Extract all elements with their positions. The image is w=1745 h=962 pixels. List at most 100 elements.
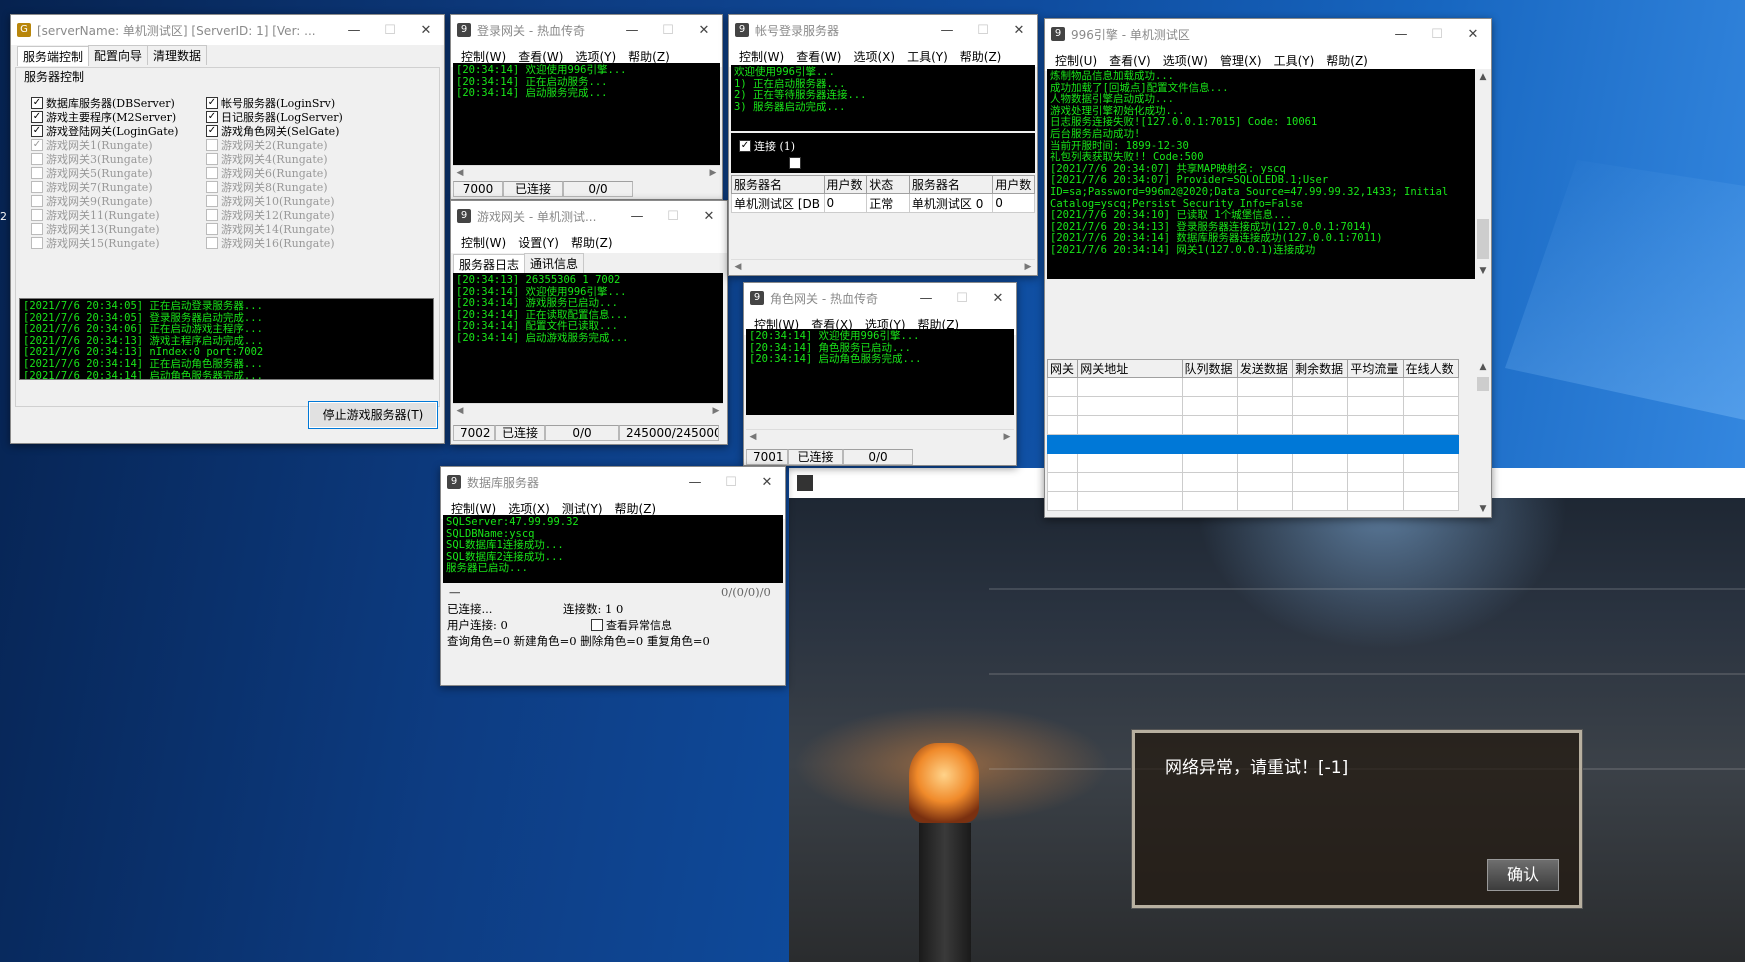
tab-server-log[interactable]: 服务器日志 bbox=[453, 254, 526, 274]
menu-item[interactable]: 工具(Y) bbox=[907, 48, 948, 65]
column-header[interactable]: 网关 bbox=[1046, 359, 1079, 378]
show-errors-checkbox[interactable]: 查看异常信息 bbox=[591, 618, 672, 632]
game-gate-hscroll[interactable]: ◀ ▶ bbox=[453, 403, 723, 417]
close-icon[interactable]: ✕ bbox=[1455, 27, 1491, 42]
scroll-up-icon[interactable]: ▲ bbox=[1475, 69, 1491, 85]
menu-item[interactable]: 帮助(Z) bbox=[571, 234, 613, 251]
scroll-right-icon[interactable]: ▶ bbox=[1021, 260, 1035, 274]
game-gate-window[interactable]: 9 游戏网关 - 单机测试... — ☐ ✕ 控制(W) 设置(Y) 帮助(Z) 服… bbox=[450, 200, 728, 445]
scroll-up-icon[interactable]: ▲ bbox=[1475, 359, 1491, 375]
login-gate-titlebar[interactable]: 9 登录网关 - 热血传奇 — ☐ ✕ bbox=[451, 15, 722, 45]
option-checkbox[interactable] bbox=[789, 157, 801, 169]
tab-clean-data[interactable]: 清理数据 bbox=[147, 45, 208, 65]
maximize-icon[interactable]: ☐ bbox=[713, 475, 749, 490]
column-header[interactable]: 剩余数据 bbox=[1292, 359, 1349, 378]
column-header[interactable]: 发送数据 bbox=[1236, 359, 1294, 378]
close-icon[interactable]: ✕ bbox=[691, 209, 727, 224]
server-controller-window[interactable]: G [serverName: 单机测试区] [ServerID: 1] [Ver… bbox=[10, 14, 445, 444]
maximize-icon[interactable]: ☐ bbox=[655, 209, 691, 224]
table-row[interactable] bbox=[1046, 472, 1460, 492]
role-gate-window[interactable]: 9 角色网关 - 热血传奇 — ☐ ✕ 控制(W) 查看(X) 选项(Y) 帮助(Z)… bbox=[743, 282, 1017, 466]
minimize-icon[interactable]: — bbox=[908, 291, 944, 306]
menu-item[interactable]: 帮助(Z) bbox=[628, 48, 670, 65]
minimize-icon[interactable]: — bbox=[614, 23, 650, 38]
scroll-thumb[interactable] bbox=[1477, 377, 1489, 391]
menu-item[interactable]: 查看(W) bbox=[796, 48, 841, 65]
column-header[interactable]: 平均流量 bbox=[1347, 359, 1404, 378]
controller-titlebar[interactable]: G [serverName: 单机测试区] [ServerID: 1] [Ver… bbox=[11, 15, 444, 45]
table-row[interactable] bbox=[1046, 491, 1460, 511]
column-header[interactable]: 队列数据 bbox=[1181, 359, 1238, 378]
table-row[interactable] bbox=[1046, 377, 1460, 397]
role-gate-hscroll[interactable]: ◀ ▶ bbox=[746, 429, 1014, 443]
scroll-left-icon[interactable]: ◀ bbox=[453, 404, 467, 418]
login-gate-hscroll[interactable]: ◀ ▶ bbox=[453, 165, 720, 179]
close-icon[interactable]: ✕ bbox=[749, 475, 785, 490]
minimize-icon[interactable]: — bbox=[929, 23, 965, 38]
tab-comm-info[interactable]: 通讯信息 bbox=[524, 253, 585, 273]
menu-item[interactable]: 工具(Y) bbox=[1274, 52, 1315, 69]
menu-item[interactable]: 控制(W) bbox=[461, 48, 506, 65]
db-server-window[interactable]: 9 数据库服务器 — ☐ ✕ 控制(W) 选项(X) 测试(Y) 帮助(Z) SQLS… bbox=[440, 466, 786, 686]
engine-titlebar[interactable]: 9 996引擎 - 单机测试区 — ☐ ✕ bbox=[1045, 19, 1491, 49]
menu-item[interactable]: 管理(X) bbox=[1220, 52, 1262, 69]
table-row[interactable]: 单机测试区 [DB 0 正常 单机测试区 00 bbox=[731, 193, 1035, 213]
column-header[interactable]: 网关地址 bbox=[1077, 359, 1183, 378]
column-header[interactable]: 服务器名 bbox=[731, 175, 825, 194]
scroll-thumb[interactable] bbox=[1477, 219, 1489, 259]
minimize-icon[interactable]: — bbox=[1383, 27, 1419, 42]
column-header[interactable]: 服务器名 bbox=[908, 175, 994, 194]
engine-log-scrollbar[interactable]: ▲ ▼ bbox=[1475, 69, 1491, 279]
tab-config-wizard[interactable]: 配置向导 bbox=[88, 45, 149, 65]
menu-item[interactable]: 查看(V) bbox=[1109, 52, 1151, 69]
maximize-icon[interactable]: ☐ bbox=[965, 23, 1001, 38]
login-gate-window[interactable]: 9 登录网关 - 热血传奇 — ☐ ✕ 控制(W) 查看(W) 选项(Y) 帮助(Z)… bbox=[450, 14, 723, 200]
stop-server-button[interactable]: 停止游戏服务器(T) bbox=[308, 401, 438, 429]
maximize-icon[interactable]: ☐ bbox=[944, 291, 980, 306]
minimize-icon[interactable]: — bbox=[619, 209, 655, 224]
account-server-window[interactable]: 9 帐号登录服务器 — ☐ ✕ 控制(W) 查看(W) 选项(X) 工具(Y) 帮助(Z… bbox=[728, 14, 1038, 276]
column-header[interactable]: 用户数 bbox=[823, 175, 868, 194]
scroll-down-icon[interactable]: ▼ bbox=[1475, 501, 1491, 517]
server-checkbox[interactable]: ✓ 帐号服务器(LoginSrv) bbox=[206, 96, 396, 110]
table-row[interactable] bbox=[1046, 453, 1460, 473]
scroll-left-icon[interactable]: ◀ bbox=[731, 260, 745, 274]
minimize-icon[interactable]: — bbox=[677, 475, 713, 490]
menu-item[interactable]: 帮助(Z) bbox=[960, 48, 1002, 65]
maximize-icon[interactable]: ☐ bbox=[650, 23, 686, 38]
scroll-left-icon[interactable]: ◀ bbox=[453, 166, 467, 180]
confirm-button[interactable]: 确认 bbox=[1487, 859, 1559, 891]
menu-item[interactable]: 选项(X) bbox=[853, 48, 895, 65]
close-icon[interactable]: ✕ bbox=[686, 23, 722, 38]
db-titlebar[interactable]: 9 数据库服务器 — ☐ ✕ bbox=[441, 467, 785, 497]
close-icon[interactable]: ✕ bbox=[980, 291, 1016, 306]
menu-item[interactable]: 帮助(Z) bbox=[1326, 52, 1368, 69]
menu-item[interactable]: 控制(W) bbox=[461, 234, 506, 251]
role-gate-titlebar[interactable]: 9 角色网关 - 热血传奇 — ☐ ✕ bbox=[744, 283, 1016, 313]
scroll-right-icon[interactable]: ▶ bbox=[709, 404, 723, 418]
close-icon[interactable]: ✕ bbox=[408, 23, 444, 38]
maximize-icon[interactable]: ☐ bbox=[372, 23, 408, 38]
menu-item[interactable]: 控制(W) bbox=[739, 48, 784, 65]
account-hscroll[interactable]: ◀ ▶ bbox=[731, 259, 1035, 273]
engine-window[interactable]: 9 996引擎 - 单机测试区 — ☐ ✕ 控制(U) 查看(V) 选项(W) 管理(… bbox=[1044, 18, 1492, 518]
menu-item[interactable]: 设置(Y) bbox=[518, 234, 559, 251]
game-gate-titlebar[interactable]: 9 游戏网关 - 单机测试... — ☐ ✕ bbox=[451, 201, 727, 231]
menu-item[interactable]: 选项(Y) bbox=[575, 48, 616, 65]
column-header[interactable]: 状态 bbox=[866, 175, 910, 194]
scroll-right-icon[interactable]: ▶ bbox=[1000, 430, 1014, 444]
close-icon[interactable]: ✕ bbox=[1001, 23, 1037, 38]
menu-item[interactable]: 选项(W) bbox=[1163, 52, 1208, 69]
minimize-icon[interactable]: — bbox=[336, 23, 372, 38]
scroll-right-icon[interactable]: ▶ bbox=[706, 166, 720, 180]
server-checkbox[interactable]: ✓ 数据库服务器(DBServer) bbox=[31, 96, 196, 110]
table-row[interactable] bbox=[1046, 396, 1460, 416]
menu-item[interactable]: 帮助(Z) bbox=[615, 500, 657, 517]
scroll-down-icon[interactable]: ▼ bbox=[1475, 263, 1491, 279]
server-checkbox[interactable]: ✓ 游戏主要程序(M2Server) bbox=[31, 110, 196, 124]
account-titlebar[interactable]: 9 帐号登录服务器 — ☐ ✕ bbox=[729, 15, 1037, 45]
tab-server-control[interactable]: 服务端控制 bbox=[17, 46, 90, 66]
table-row[interactable] bbox=[1046, 434, 1460, 454]
table-row[interactable] bbox=[1046, 415, 1460, 435]
column-header[interactable]: 在线人数 bbox=[1402, 359, 1460, 378]
